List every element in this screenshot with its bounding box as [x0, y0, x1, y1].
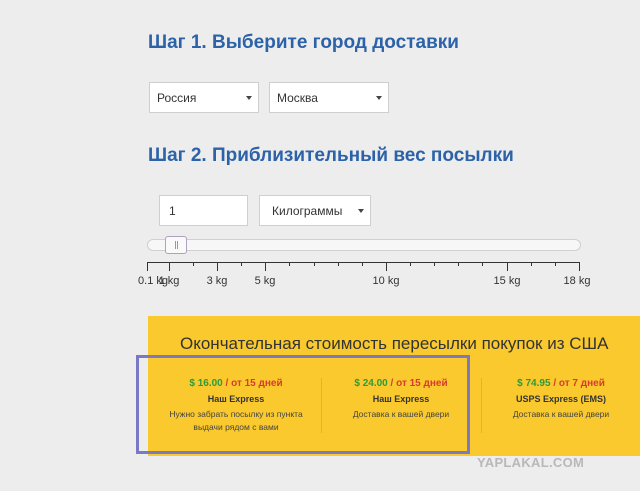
scale-minor-tick — [555, 262, 556, 266]
option-price: $ 74.95 / от 7 дней — [482, 378, 640, 389]
step1-title: Шаг 1. Выберите город доставки — [148, 32, 459, 53]
scale-minor-tick — [362, 262, 363, 266]
option-description: Доставка к вашей двери — [512, 409, 610, 419]
scale-major-tick — [507, 262, 508, 271]
scale-minor-tick — [314, 262, 315, 266]
scale-major-tick — [386, 262, 387, 271]
scale-major-tick — [265, 262, 266, 271]
unit-select[interactable]: Килограммы — [259, 195, 371, 226]
highlight-frame — [136, 355, 470, 454]
scale-minor-tick — [482, 262, 483, 266]
scale-tick-label: 1 kg — [158, 275, 180, 287]
weight-input[interactable]: 1 — [159, 195, 248, 226]
scale-tick-label: 15 kg — [493, 275, 521, 287]
option-name: USPS Express (EMS) — [515, 394, 607, 404]
weight-slider-track[interactable] — [147, 239, 581, 251]
scale-minor-tick — [531, 262, 532, 266]
scale-minor-tick — [434, 262, 435, 266]
scale-minor-tick — [289, 262, 290, 266]
option-days: / от 7 дней — [553, 378, 605, 389]
step2-title: Шаг 2. Приблизительный вес посылки — [148, 145, 514, 166]
result-heading: Окончательная стоимость пересылки покупо… — [180, 334, 609, 353]
scale-major-tick — [217, 262, 218, 271]
scale-major-tick — [579, 262, 580, 271]
scale-tick-label: 3 kg — [206, 275, 228, 287]
option-amount: $ 74.95 — [517, 378, 551, 389]
scale-minor-tick — [338, 262, 339, 266]
scale-tick-label: 5 kg — [254, 275, 276, 287]
scale-minor-tick — [410, 262, 411, 266]
scale-major-tick — [147, 262, 148, 271]
chevron-down-icon — [376, 95, 382, 100]
scale-minor-tick — [458, 262, 459, 266]
slider-grip-icon — [175, 241, 176, 249]
scale-minor-tick — [241, 262, 242, 266]
weight-slider-handle[interactable] — [165, 236, 187, 254]
chevron-down-icon — [358, 208, 364, 213]
scale-tick-label: 18 kg — [563, 275, 591, 287]
weight-input-value: 1 — [169, 203, 176, 218]
scale-major-tick — [169, 262, 170, 271]
city-select-value: Москва — [277, 90, 318, 105]
watermark: YAPLAKAL.COM — [477, 455, 585, 470]
scale-tick-label: 10 kg — [372, 275, 400, 287]
shipping-option[interactable]: $ 74.95 / от 7 дней USPS Express (EMS) Д… — [482, 378, 640, 421]
city-select[interactable]: Москва — [269, 82, 389, 113]
unit-select-value: Килограммы — [272, 203, 343, 218]
slider-grip-icon — [177, 241, 178, 249]
weight-scale-axis — [147, 262, 579, 263]
scale-minor-tick — [193, 262, 194, 266]
chevron-down-icon — [246, 95, 252, 100]
country-select-value: Россия — [157, 90, 197, 105]
country-select[interactable]: Россия — [149, 82, 259, 113]
